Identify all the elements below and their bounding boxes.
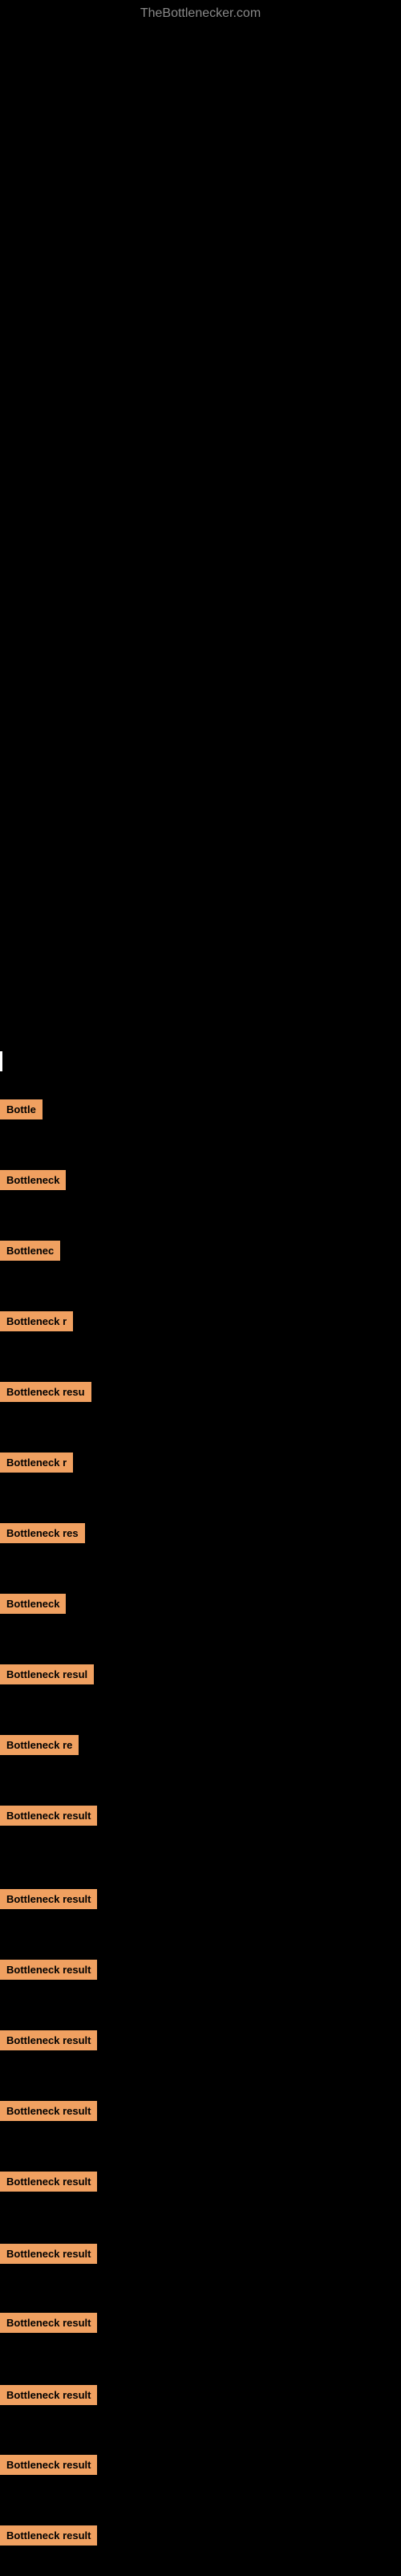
bottleneck-item-19: Bottleneck result: [0, 2455, 97, 2475]
bottleneck-item-3: Bottleneck r: [0, 1311, 73, 1331]
bottleneck-item-7: Bottleneck: [0, 1594, 66, 1614]
bottleneck-item-11: Bottleneck result: [0, 1889, 97, 1909]
bottleneck-item-1: Bottleneck: [0, 1170, 66, 1190]
bottleneck-item-4: Bottleneck resu: [0, 1382, 91, 1402]
bottleneck-item-6: Bottleneck res: [0, 1523, 85, 1543]
bottleneck-item-12: Bottleneck result: [0, 1960, 97, 1980]
bottleneck-item-20: Bottleneck result: [0, 2525, 97, 2546]
bottleneck-item-15: Bottleneck result: [0, 2172, 97, 2192]
bottleneck-item-16: Bottleneck result: [0, 2244, 97, 2264]
bottleneck-item-0: Bottle: [0, 1099, 43, 1119]
bottleneck-item-13: Bottleneck result: [0, 2030, 97, 2050]
bottleneck-item-10: Bottleneck result: [0, 1806, 97, 1826]
bottleneck-item-18: Bottleneck result: [0, 2385, 97, 2405]
bottleneck-item-5: Bottleneck r: [0, 1453, 73, 1473]
bottleneck-item-14: Bottleneck result: [0, 2101, 97, 2121]
bottleneck-item-9: Bottleneck re: [0, 1735, 79, 1755]
bottleneck-item-8: Bottleneck resul: [0, 1664, 94, 1684]
site-title: TheBottlenecker.com: [0, 0, 401, 24]
bottleneck-item-17: Bottleneck result: [0, 2313, 97, 2333]
bottleneck-item-2: Bottlenec: [0, 1241, 60, 1261]
